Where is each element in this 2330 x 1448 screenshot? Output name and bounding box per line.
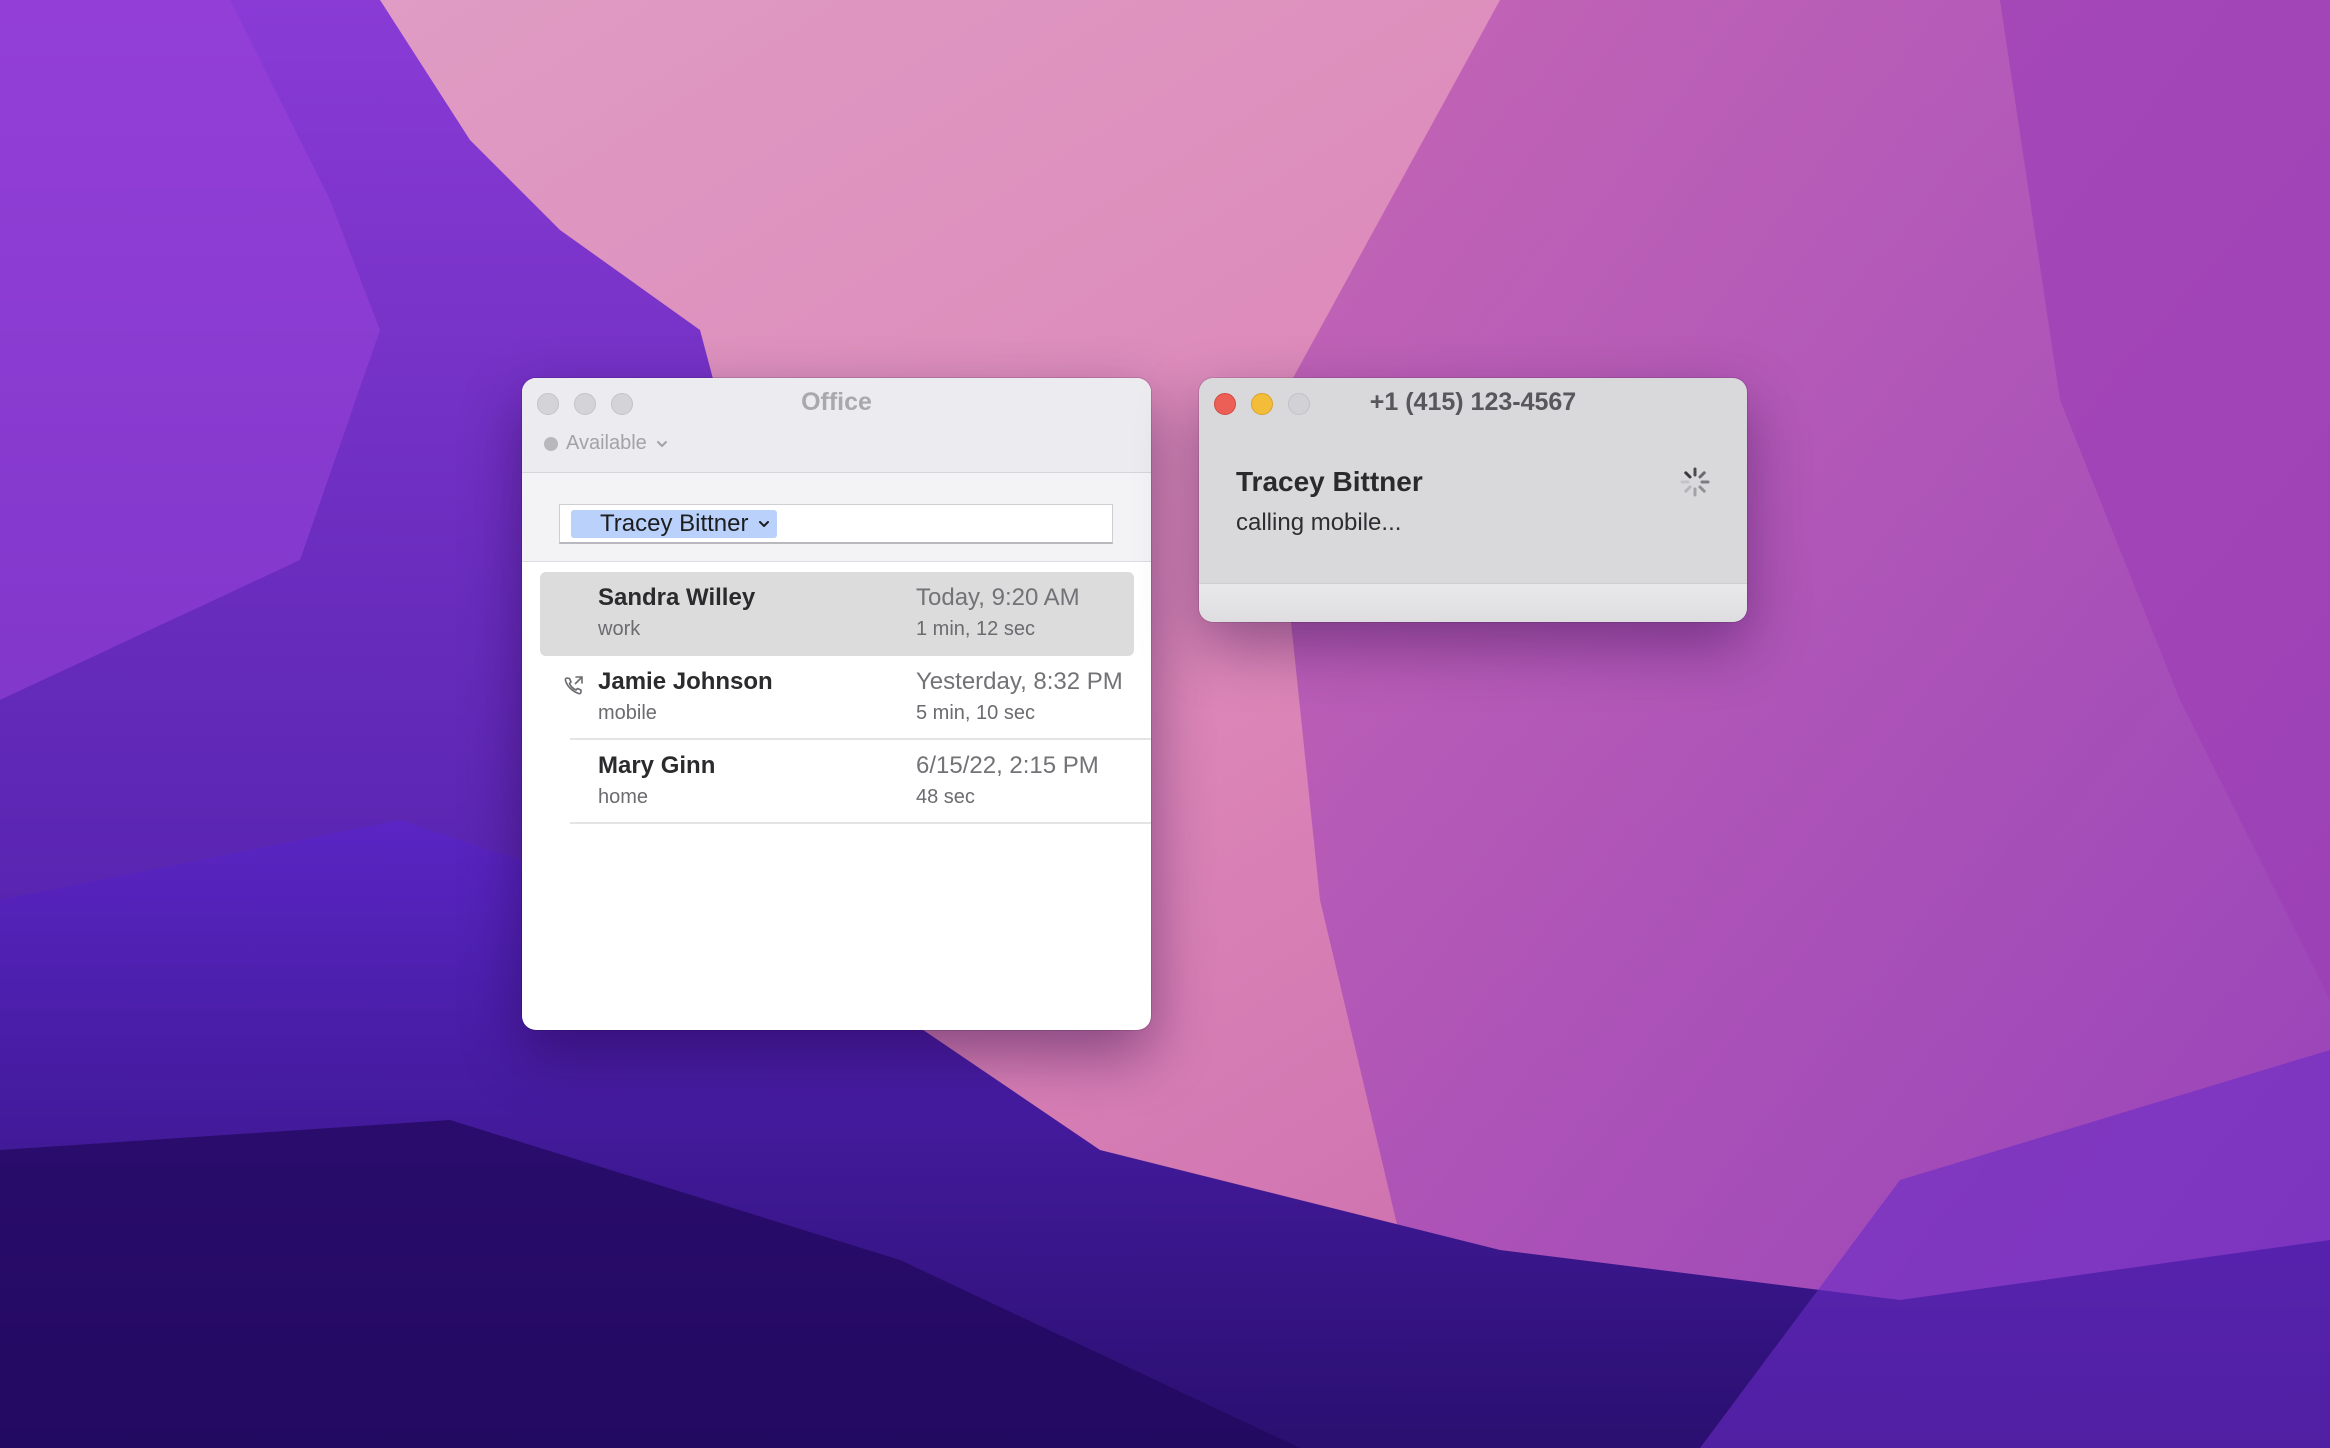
call-duration: 1 min, 12 sec <box>916 618 1035 640</box>
call-window-footer <box>1199 583 1747 622</box>
office-titlebar: Office Available <box>522 378 1151 473</box>
call-duration: 5 min, 10 sec <box>916 702 1035 724</box>
office-window: Office Available Tracey Bittner Sandra W… <box>522 378 1151 1030</box>
chevron-down-icon <box>656 440 667 447</box>
call-duration: 48 sec <box>916 786 975 808</box>
number-type: work <box>598 618 641 640</box>
status-dot-icon <box>544 436 558 451</box>
caller-name: Sandra Willey <box>598 584 756 611</box>
number-type: mobile <box>598 702 657 724</box>
status-label: Available <box>566 432 647 454</box>
desktop: Office Available Tracey Bittner Sandra W… <box>0 0 2330 1448</box>
call-time: Yesterday, 8:32 PM <box>916 668 1123 695</box>
callee-name: Tracey Bittner <box>1236 466 1423 497</box>
call-time: Today, 9:20 AM <box>916 584 1080 611</box>
desktop-wallpaper <box>0 0 2330 1448</box>
row-divider <box>570 822 1151 824</box>
caller-name: Mary Ginn <box>598 752 716 779</box>
phone-number-title: +1 (415) 123-4567 <box>1369 388 1577 416</box>
call-time: 6/15/22, 2:15 PM <box>916 752 1099 779</box>
call-window: +1 (415) 123-4567 Tracey Bittner calling… <box>1199 378 1747 622</box>
recipient-token-label: Tracey Bittner <box>600 510 749 537</box>
call-status: calling mobile... <box>1236 509 1402 536</box>
outgoing-call-icon <box>564 676 583 695</box>
list-item[interactable]: Sandra Willey work Today, 9:20 AM 1 min,… <box>540 572 1134 656</box>
availability-menu[interactable]: Available <box>544 432 669 455</box>
recipient-area: Tracey Bittner <box>522 473 1151 562</box>
spinner-icon <box>1680 467 1710 497</box>
recipient-token[interactable]: Tracey Bittner <box>571 510 777 538</box>
caller-name: Jamie Johnson <box>598 668 773 695</box>
number-type: home <box>598 786 649 808</box>
list-item[interactable]: Jamie Johnson mobile Yesterday, 8:32 PM … <box>540 656 1151 740</box>
list-item[interactable]: Mary Ginn home 6/15/22, 2:15 PM 48 sec <box>540 740 1151 824</box>
recipient-field[interactable]: Tracey Bittner <box>559 504 1113 544</box>
window-title: Office <box>801 388 872 416</box>
chevron-down-icon[interactable] <box>757 517 771 531</box>
